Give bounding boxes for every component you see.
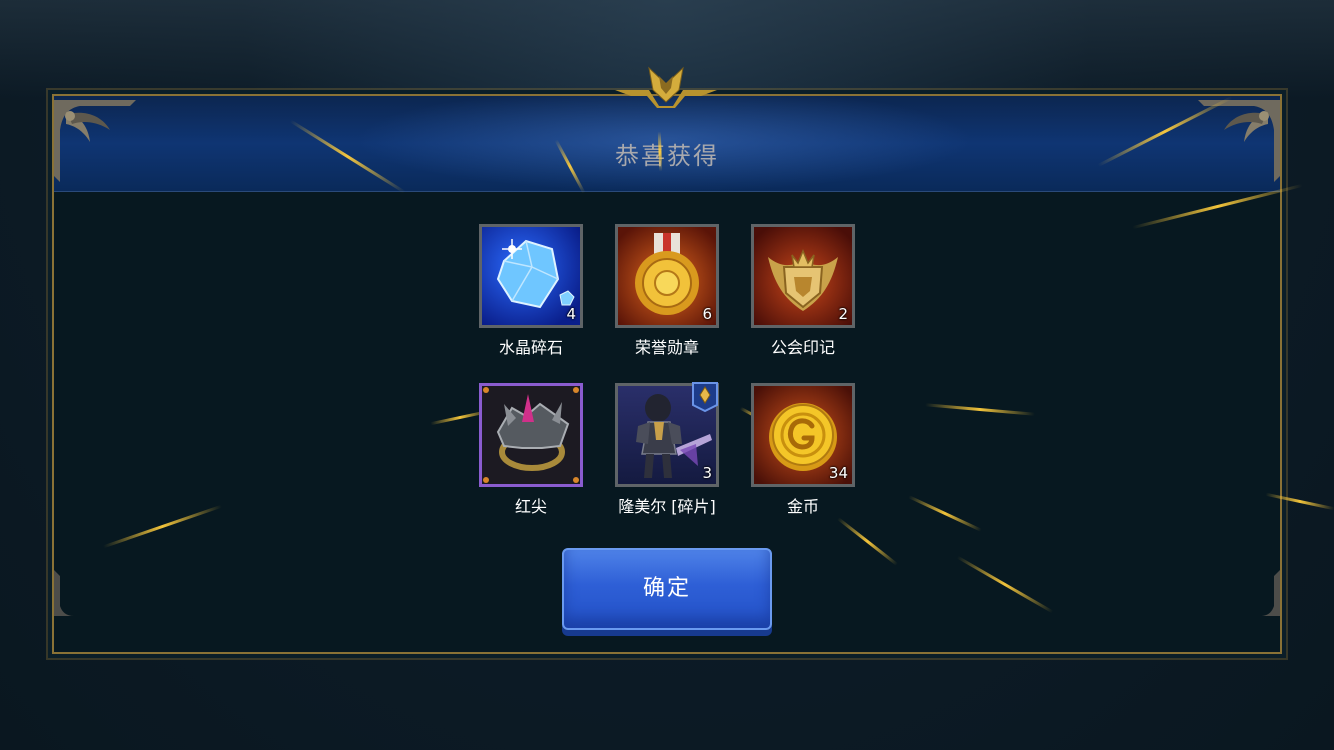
- reward-name: 隆美尔 [碎片]: [618, 497, 716, 516]
- reward-name: 红尖: [514, 497, 547, 516]
- reward-item[interactable]: 34 金币: [751, 383, 855, 517]
- crest-icon: [615, 66, 717, 108]
- reward-name: 公会印记: [770, 338, 835, 357]
- reward-name: 金币: [786, 497, 819, 516]
- corner-ornament-icon: [54, 100, 136, 182]
- reward-item[interactable]: 红尖: [479, 383, 583, 517]
- confirm-button[interactable]: 确定: [562, 548, 772, 630]
- dialog-header: 恭喜获得: [54, 96, 1280, 192]
- reward-icon-frame: 4: [479, 224, 583, 328]
- corner-ornament-icon: [54, 570, 74, 616]
- reward-icon-frame: 2: [751, 224, 855, 328]
- reward-icon-frame: 6: [615, 224, 719, 328]
- reward-icon-frame: [479, 383, 583, 487]
- dialog-title: 恭喜获得: [615, 142, 719, 170]
- reward-item[interactable]: 6 荣誉勋章: [615, 224, 719, 358]
- reward-name: 荣誉勋章: [634, 338, 699, 357]
- reward-item[interactable]: 2 公会印记: [751, 224, 855, 358]
- corner-ornament-icon: [1260, 570, 1280, 616]
- reward-count: 4: [566, 305, 576, 323]
- reward-count: 3: [702, 464, 712, 482]
- reward-count: 34: [828, 464, 848, 482]
- reward-count: 6: [702, 305, 712, 323]
- reward-item[interactable]: 4 水晶碎石: [479, 224, 583, 358]
- reward-count: 2: [838, 305, 848, 323]
- reward-name: 水晶碎石: [498, 338, 563, 357]
- fragment-badge-icon: [692, 382, 718, 413]
- spiked-ring-icon: [482, 386, 580, 484]
- reward-icon-frame: 34: [751, 383, 855, 487]
